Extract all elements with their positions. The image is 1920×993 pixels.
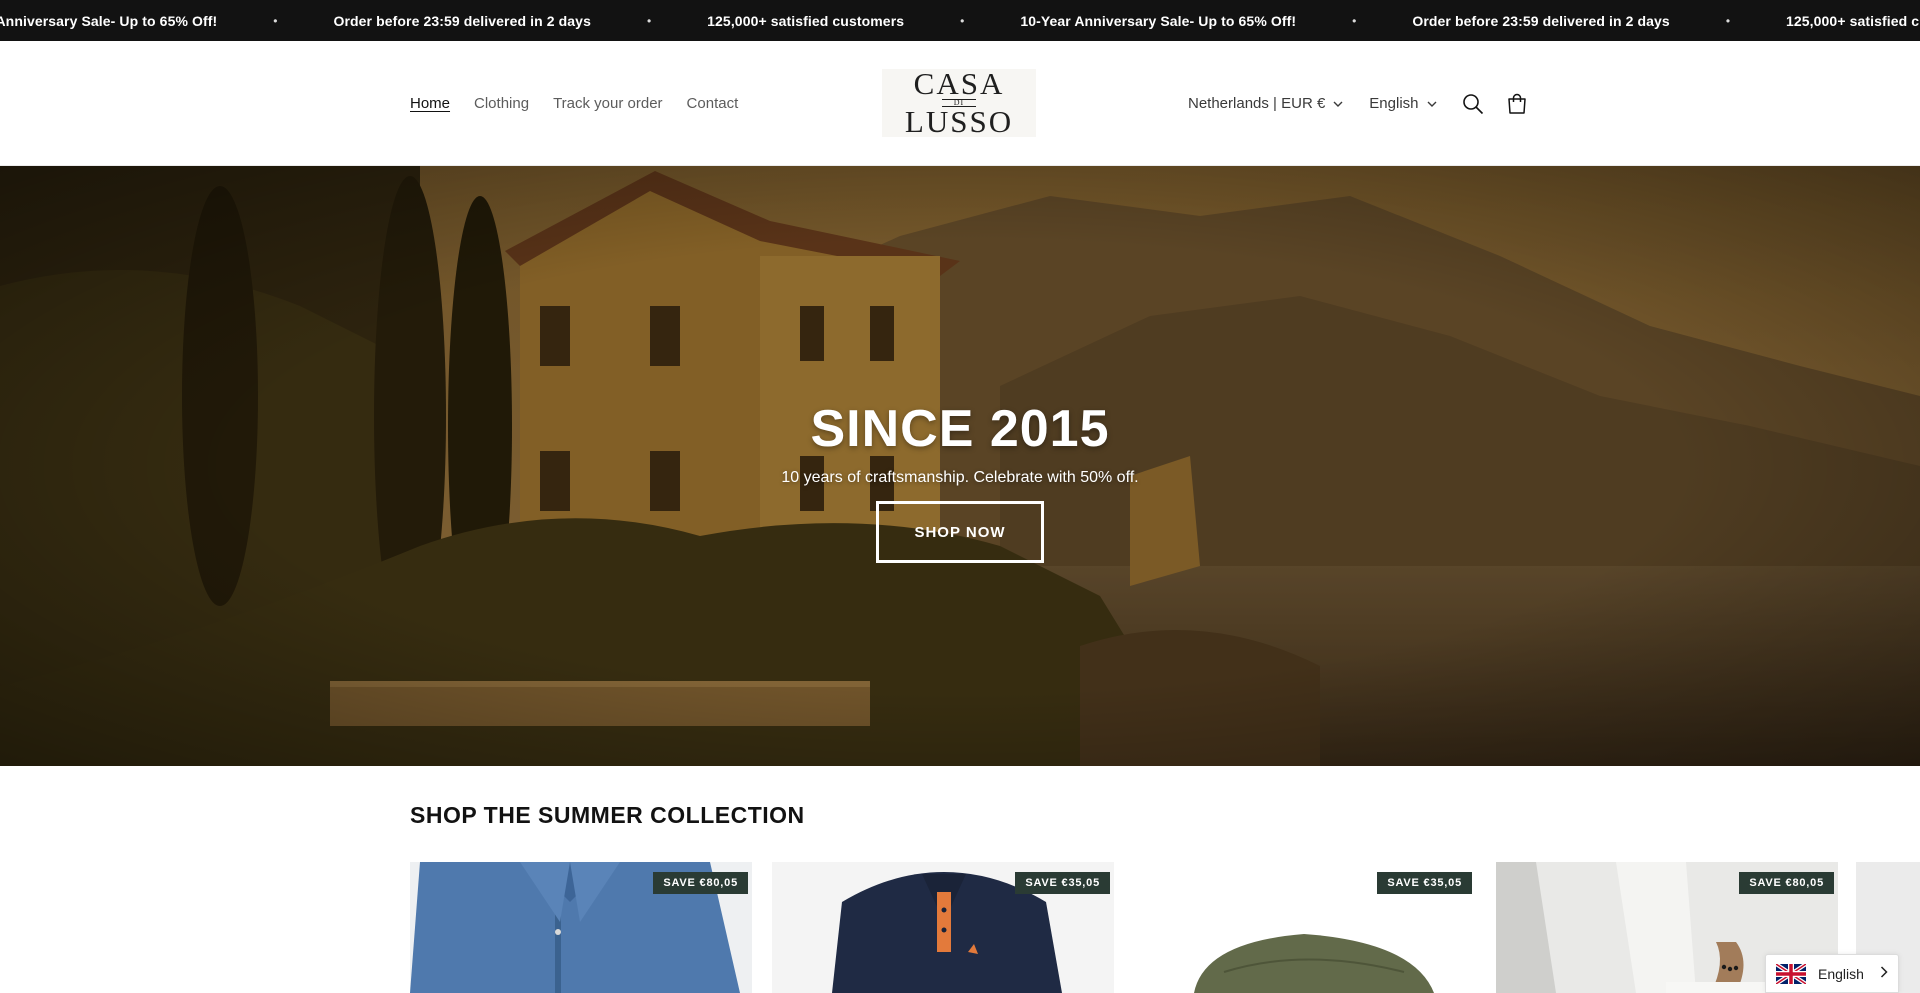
announcement-track: Year Anniversary Sale- Up to 65% Off! • … (0, 0, 1920, 41)
announcement-separator: • (960, 13, 965, 28)
collection-title: SHOP THE SUMMER COLLECTION (410, 802, 805, 829)
product-card-navy-polo[interactable]: SAVE €35,05 (772, 862, 1114, 993)
language-selector-label: English (1369, 95, 1419, 112)
collection-title-prefix: SHOP THE (410, 802, 539, 828)
language-switcher-widget[interactable]: English (1765, 954, 1899, 993)
country-selector-label: Netherlands | EUR € (1188, 95, 1326, 112)
uk-flag-icon (1776, 963, 1806, 984)
main-nav: Home Clothing Track your order Contact (410, 41, 738, 166)
shop-now-button[interactable]: SHOP NOW (876, 501, 1044, 563)
nav-contact[interactable]: Contact (687, 95, 739, 112)
nav-clothing[interactable]: Clothing (474, 95, 529, 112)
announcement-item: 10-Year Anniversary Sale- Up to 65% Off! (1020, 12, 1297, 29)
save-badge: SAVE €80,05 (1739, 872, 1834, 894)
product-card-blue-denim-shirt[interactable]: SAVE €80,05 (410, 862, 752, 993)
hero-content: SINCE 2015 10 years of craftsmanship. Ce… (0, 166, 1920, 766)
nav-track-order[interactable]: Track your order (553, 95, 662, 112)
search-icon[interactable] (1459, 90, 1487, 118)
nav-home[interactable]: Home (410, 95, 450, 112)
save-badge: SAVE €80,05 (653, 872, 748, 894)
product-grid: SAVE €80,05 SAVE €35,05 SAVE €35,05 SAVE… (410, 862, 1838, 993)
announcement-item: Year Anniversary Sale- Up to 65% Off! (0, 12, 218, 29)
site-header: Home Clothing Track your order Contact C… (0, 41, 1920, 166)
hero-banner: SINCE 2015 10 years of craftsmanship. Ce… (0, 166, 1920, 766)
announcement-separator: • (1725, 13, 1731, 28)
announcement-item: Order before 23:59 delivered in 2 days (333, 12, 591, 29)
language-selector[interactable]: English (1369, 95, 1436, 112)
chevron-down-icon (1427, 101, 1437, 107)
language-switcher-label: English (1818, 965, 1864, 982)
header-actions: Netherlands | EUR € English (1188, 41, 1531, 166)
announcement-item: Order before 23:59 delivered in 2 days (1412, 12, 1670, 29)
hero-subtitle: 10 years of craftsmanship. Celebrate wit… (781, 469, 1139, 486)
announcement-separator: • (1352, 13, 1357, 28)
hero-title: SINCE 2015 (810, 400, 1110, 458)
site-logo[interactable]: CASA DI LUSSO (882, 66, 1036, 139)
cart-icon[interactable] (1503, 90, 1531, 118)
announcement-separator: • (273, 13, 278, 28)
save-badge: SAVE €35,05 (1015, 872, 1110, 894)
chevron-right-icon (1880, 965, 1888, 983)
logo-text-top: CASA (913, 66, 1005, 101)
collection-title-bold: SUMMER COLLECTION (538, 802, 805, 828)
announcement-bar: Year Anniversary Sale- Up to 65% Off! • … (0, 0, 1920, 41)
save-badge: SAVE €35,05 (1377, 872, 1472, 894)
logo-text-bottom: LUSSO (904, 104, 1014, 139)
product-card-olive-cap[interactable]: SAVE €35,05 (1134, 862, 1476, 993)
announcement-item: 125,000+ satisfied customers (1786, 12, 1920, 29)
country-selector[interactable]: Netherlands | EUR € (1188, 95, 1343, 112)
announcement-separator: • (646, 13, 652, 28)
announcement-item: 125,000+ satisfied customers (707, 12, 905, 29)
chevron-down-icon (1333, 101, 1343, 107)
